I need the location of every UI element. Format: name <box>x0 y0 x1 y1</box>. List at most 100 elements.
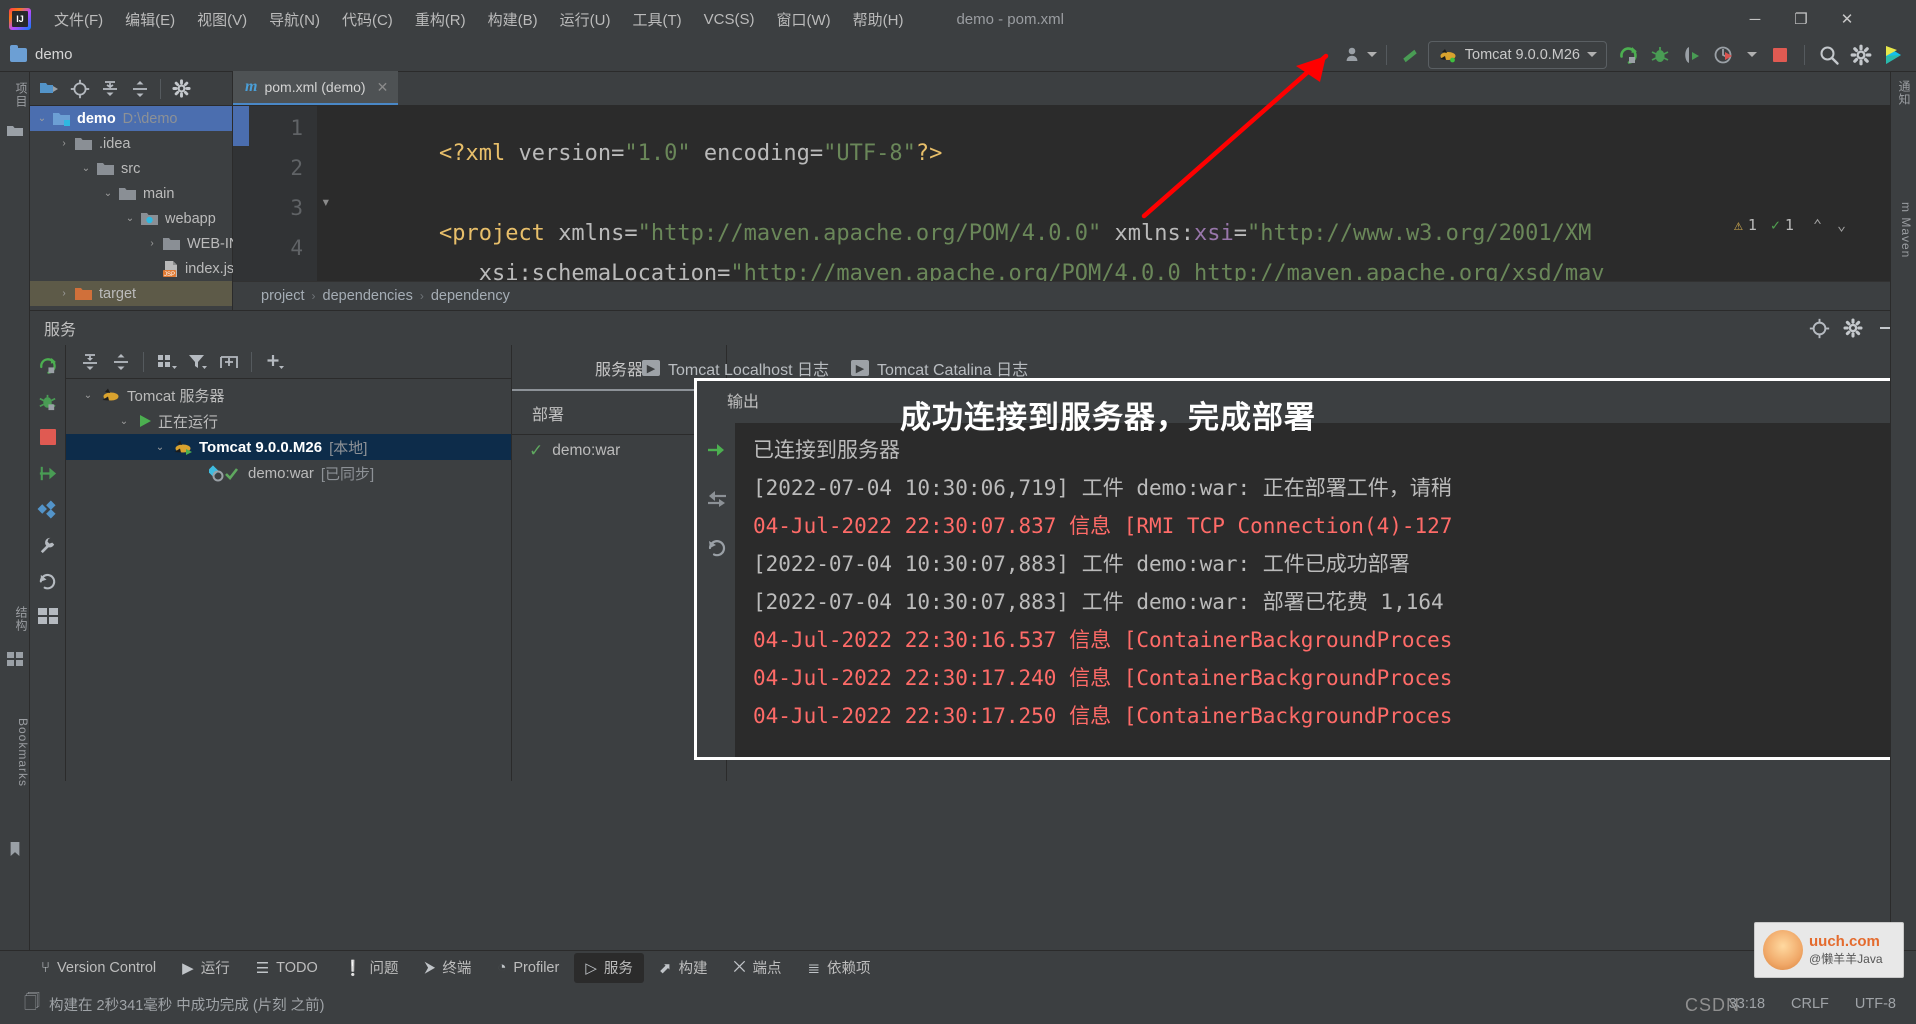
bottom-bar-services[interactable]: ▷ 服务 <box>574 952 644 983</box>
wrench-icon[interactable] <box>36 533 60 557</box>
expand-all-icon[interactable] <box>96 76 123 102</box>
tool-window-bookmarks[interactable]: Bookmarks <box>0 712 30 793</box>
services-tree-item[interactable]: ⌄ 正在运行 <box>66 408 511 434</box>
bottom-bar-todo[interactable]: ☰ TODO <box>245 953 329 983</box>
bottom-bar-terminal[interactable]: ⮞ 终端 <box>413 953 482 983</box>
redeploy-icon[interactable] <box>36 461 60 485</box>
services-tree-item[interactable]: ⌄ Tomcat 9.0.0.M26 [本地] <box>66 434 511 460</box>
stop-icon[interactable] <box>36 425 60 449</box>
project-tree-item[interactable]: › .idea <box>30 131 232 156</box>
settings-icon[interactable] <box>1838 314 1868 342</box>
filter-icon[interactable] <box>184 349 211 375</box>
group-icon[interactable] <box>153 349 180 375</box>
bottom-bar-profiler[interactable]: ◔ Profiler <box>486 953 570 983</box>
menu-item-5[interactable]: 重构(R) <box>404 5 477 34</box>
expand-all-icon[interactable] <box>76 349 103 375</box>
rerun-icon[interactable] <box>36 353 60 377</box>
code-fold-icon[interactable]: ▾ <box>321 192 331 211</box>
debug-icon[interactable] <box>36 389 60 413</box>
menu-item-8[interactable]: 工具(T) <box>621 5 692 34</box>
output-console[interactable]: 已连接到服务器 [2022-07-04 10:30:06,719] 工件 demo… <box>735 423 1916 757</box>
project-tree-item[interactable]: JSP index.jsp <box>30 256 242 281</box>
menu-item-3[interactable]: 导航(N) <box>258 5 331 34</box>
debug-icon[interactable] <box>1645 41 1675 69</box>
chevron-right-icon[interactable]: › <box>144 238 160 249</box>
menu-item-2[interactable]: 视图(V) <box>186 5 258 34</box>
run-coverage-icon[interactable] <box>1677 41 1707 69</box>
breadcrumb-item-dependency[interactable]: dependency <box>431 288 510 304</box>
breadcrumb-item-dependencies[interactable]: dependencies <box>323 288 413 304</box>
menu-item-4[interactable]: 代码(C) <box>331 5 404 34</box>
bookmark-icon[interactable] <box>7 842 23 856</box>
stop-icon[interactable] <box>1765 41 1795 69</box>
ide-feature-icon[interactable] <box>1878 41 1908 69</box>
chevron-down-icon[interactable]: ⌄ <box>116 416 132 427</box>
bottom-bar-branch[interactable]: ⑂ Version Control <box>30 953 167 983</box>
refresh-icon[interactable] <box>36 569 60 593</box>
chevron-down-icon[interactable]: ⌄ <box>152 442 168 453</box>
bottom-bar-build[interactable]: ⬈ 构建 <box>648 953 719 983</box>
chevron-down-icon[interactable]: ⌄ <box>122 213 138 224</box>
close-button[interactable]: ✕ <box>1824 0 1870 38</box>
inspection-status[interactable]: ⚠ 1 ✓ 1 ⌃ ⌄ <box>1734 216 1846 234</box>
collapse-all-icon[interactable] <box>107 349 134 375</box>
line-separator[interactable]: CRLF <box>1791 996 1829 1012</box>
menu-item-6[interactable]: 构建(B) <box>477 5 549 34</box>
chevron-down-icon[interactable]: ⌄ <box>1837 216 1846 234</box>
locate-icon[interactable] <box>1804 314 1834 342</box>
bottom-bar-endpoints[interactable]: ⨉ 端点 <box>722 953 792 983</box>
services-tree-item[interactable]: demo:war [已同步] <box>66 460 511 486</box>
bottom-bar-problems[interactable]: ❕ 问题 <box>333 953 410 983</box>
menu-item-0[interactable]: 文件(F) <box>43 5 114 34</box>
menu-item-9[interactable]: VCS(S) <box>693 7 766 32</box>
chevron-down-icon[interactable]: ⌄ <box>80 390 96 401</box>
minimize-button[interactable]: ─ <box>1732 0 1778 38</box>
menu-item-11[interactable]: 帮助(H) <box>842 5 915 34</box>
file-encoding[interactable]: UTF-8 <box>1855 996 1896 1012</box>
project-tree-item[interactable]: ⌄ src <box>30 156 232 181</box>
scroll-to-end-icon[interactable] <box>706 439 728 466</box>
tool-window-maven[interactable]: m Maven <box>1893 202 1913 258</box>
user-dropdown-caret-icon[interactable] <box>1366 52 1377 57</box>
chevron-down-icon[interactable]: ⌄ <box>100 188 116 199</box>
bottom-bar-run[interactable]: ▶ 运行 <box>171 953 241 983</box>
restart-icon[interactable] <box>706 537 728 564</box>
run-configuration-selector[interactable]: Tomcat 9.0.0.M26 <box>1427 40 1607 69</box>
locate-icon[interactable] <box>66 76 93 102</box>
add-tab-icon[interactable] <box>215 349 242 375</box>
search-icon[interactable] <box>1814 41 1844 69</box>
run-icon[interactable] <box>1613 41 1643 69</box>
project-tree-item[interactable]: › WEB-INF <box>30 231 248 256</box>
collapse-all-icon[interactable] <box>126 76 153 102</box>
close-icon[interactable]: ✕ <box>377 79 389 96</box>
chevron-down-icon[interactable]: ⌄ <box>34 113 50 124</box>
bottom-bar-dependencies[interactable]: ≣ 依赖项 <box>796 953 881 983</box>
chevron-right-icon[interactable]: › <box>56 288 72 299</box>
menu-item-7[interactable]: 运行(U) <box>549 5 622 34</box>
tool-window-project[interactable]: 项目 <box>0 76 30 114</box>
profiler-dropdown-caret-icon[interactable] <box>1747 52 1757 57</box>
select-opened-file-icon[interactable] <box>36 76 63 102</box>
tab-catalina-log[interactable]: ▶ Tomcat Catalina 日志 <box>850 356 1028 380</box>
maximize-button[interactable]: ❐ <box>1778 0 1824 38</box>
edit-configurations-icon[interactable] <box>36 497 60 521</box>
project-chip[interactable]: demo <box>10 44 73 63</box>
tool-window-notifications[interactable]: 通知 <box>1893 80 1913 106</box>
layout-icon[interactable] <box>36 605 60 629</box>
chevron-down-icon[interactable]: ⌄ <box>78 163 94 174</box>
menu-item-10[interactable]: 窗口(W) <box>765 5 841 34</box>
breadcrumb-item-project[interactable]: project <box>261 288 305 304</box>
profiler-icon[interactable] <box>1709 41 1739 69</box>
tool-window-structure[interactable]: 结构 <box>0 600 30 638</box>
chevron-right-icon[interactable]: › <box>56 138 72 149</box>
tab-localhost-log[interactable]: ▶ Tomcat Localhost 日志 <box>642 356 829 380</box>
code-view[interactable]: 1 2 3 4 ▾ <?xml version="1.0" encoding="… <box>233 106 1916 286</box>
project-tree-item[interactable]: › target <box>30 281 232 306</box>
editor-tab-pom-xml[interactable]: m pom.xml (demo) ✕ <box>233 71 399 105</box>
project-folder-icon[interactable] <box>7 124 23 138</box>
add-service-icon[interactable] <box>261 349 288 375</box>
chevron-down-icon[interactable] <box>1587 52 1597 57</box>
soft-wrap-icon[interactable] <box>706 488 728 515</box>
build-hammer-icon[interactable] <box>1396 41 1426 69</box>
settings-icon[interactable] <box>168 76 195 102</box>
